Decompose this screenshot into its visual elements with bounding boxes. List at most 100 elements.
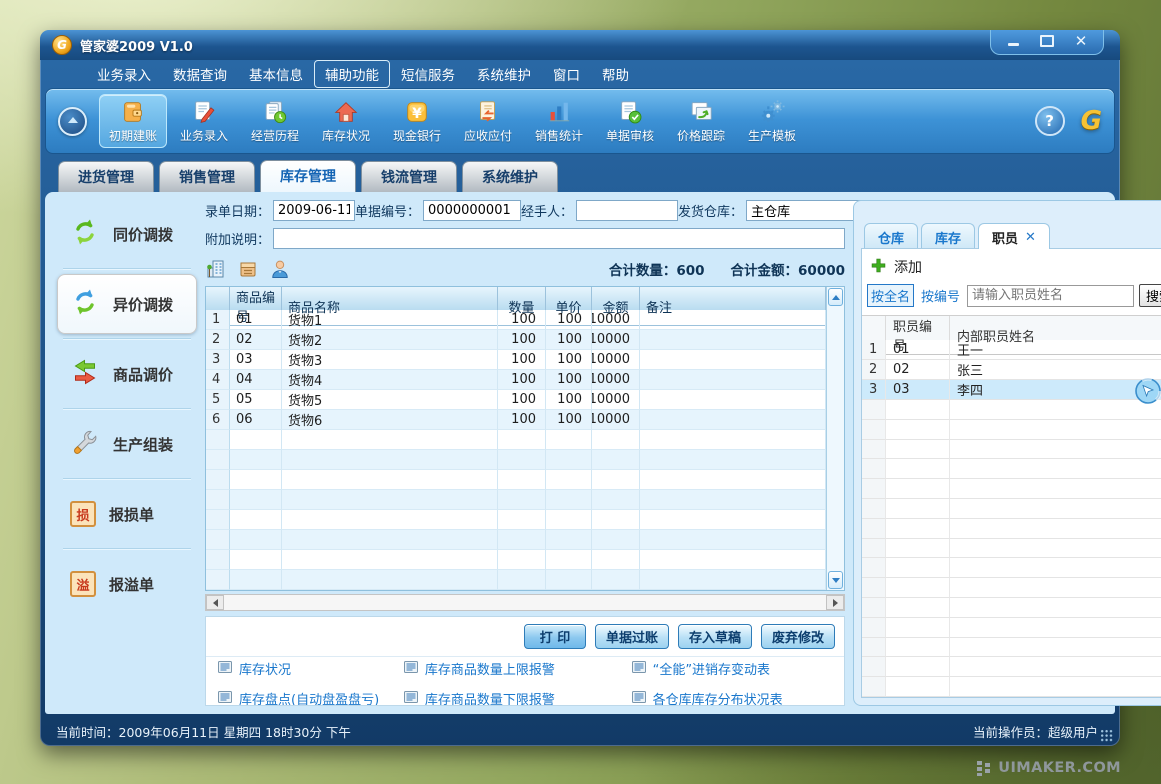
table-row[interactable] bbox=[206, 550, 826, 570]
filter-by-code-button[interactable]: 按编号 bbox=[919, 285, 962, 306]
staff-row[interactable] bbox=[862, 420, 1161, 440]
help-icon[interactable]: ? bbox=[1035, 106, 1065, 136]
staff-row[interactable] bbox=[862, 578, 1161, 598]
report-link-0[interactable]: 库存状况 bbox=[218, 659, 404, 678]
note-input[interactable] bbox=[273, 228, 845, 249]
table-row[interactable] bbox=[206, 510, 826, 530]
menu-item-0[interactable]: 业务录入 bbox=[86, 60, 162, 88]
sidebar-item-5[interactable]: 溢报溢单 bbox=[57, 554, 197, 614]
save-draft-button[interactable]: 存入草稿 bbox=[678, 624, 752, 649]
tab-0[interactable]: 进货管理 bbox=[58, 161, 154, 192]
toolbar-item-6[interactable]: 销售统计 bbox=[525, 94, 593, 148]
staff-row[interactable]: 101王一 bbox=[862, 340, 1161, 360]
table-row[interactable] bbox=[206, 490, 826, 510]
staff-search-input[interactable] bbox=[967, 285, 1134, 307]
table-row[interactable] bbox=[206, 450, 826, 470]
staff-row[interactable] bbox=[862, 558, 1161, 578]
staff-icon[interactable] bbox=[269, 258, 291, 280]
staff-row[interactable] bbox=[862, 539, 1161, 559]
scroll-left-button[interactable] bbox=[206, 595, 224, 610]
staff-row[interactable] bbox=[862, 677, 1161, 697]
toolbar-item-3[interactable]: 库存状况 bbox=[312, 94, 380, 148]
sidebar-item-4[interactable]: 损报损单 bbox=[57, 484, 197, 544]
tab-3[interactable]: 钱流管理 bbox=[361, 161, 457, 192]
toolbar-item-4[interactable]: ¥现金银行 bbox=[383, 94, 451, 148]
menu-item-7[interactable]: 帮助 bbox=[591, 60, 640, 88]
discard-button[interactable]: 废弃修改 bbox=[761, 624, 835, 649]
staff-row[interactable] bbox=[862, 638, 1161, 658]
panel-tab-0[interactable]: 仓库 bbox=[864, 223, 918, 248]
print-button[interactable]: 打 印 bbox=[524, 624, 586, 649]
sidebar-item-3[interactable]: 生产组装 bbox=[57, 414, 197, 474]
search-button[interactable]: 搜索 bbox=[1139, 284, 1161, 307]
staff-row[interactable] bbox=[862, 440, 1161, 460]
filter-by-name-button[interactable]: 按全名 bbox=[867, 284, 914, 307]
handler-input[interactable] bbox=[576, 200, 678, 221]
report-link-4[interactable]: 库存商品数量下限报警 bbox=[404, 689, 632, 706]
panel-tab-1[interactable]: 库存 bbox=[921, 223, 975, 248]
table-row[interactable] bbox=[206, 430, 826, 450]
sidebar-item-2[interactable]: 商品调价 bbox=[57, 344, 197, 404]
toolbar-item-1[interactable]: 业务录入 bbox=[170, 94, 238, 148]
menu-item-1[interactable]: 数据查询 bbox=[162, 60, 238, 88]
menu-item-6[interactable]: 窗口 bbox=[542, 60, 591, 88]
table-row[interactable] bbox=[206, 470, 826, 490]
goods-icon[interactable] bbox=[237, 258, 259, 280]
tab-4[interactable]: 系统维护 bbox=[462, 161, 558, 192]
table-row[interactable]: 505货物510010010000 bbox=[206, 390, 826, 410]
scroll-down-button[interactable] bbox=[828, 571, 843, 589]
staff-row[interactable] bbox=[862, 400, 1161, 420]
doc-number-input[interactable] bbox=[423, 200, 521, 221]
scroll-up-button[interactable] bbox=[828, 288, 843, 306]
staff-row[interactable] bbox=[862, 499, 1161, 519]
report-link-1[interactable]: 库存商品数量上限报警 bbox=[404, 659, 632, 678]
table-row[interactable] bbox=[206, 530, 826, 550]
report-link-5[interactable]: 各仓库库存分布状况表 bbox=[632, 689, 832, 706]
add-staff-button[interactable]: 添加 bbox=[862, 249, 1161, 284]
menu-item-2[interactable]: 基本信息 bbox=[238, 60, 314, 88]
toolbar-item-5[interactable]: 应收应付 bbox=[454, 94, 522, 148]
toolbar-item-8[interactable]: 价格跟踪 bbox=[667, 94, 735, 148]
items-vertical-scrollbar[interactable] bbox=[826, 287, 844, 590]
staff-row[interactable] bbox=[862, 657, 1161, 677]
table-row[interactable]: 303货物310010010000 bbox=[206, 350, 826, 370]
table-row[interactable]: 202货物210010010000 bbox=[206, 330, 826, 350]
menu-item-5[interactable]: 系统维护 bbox=[466, 60, 542, 88]
panel-tab-2[interactable]: 职员✕ bbox=[978, 223, 1050, 249]
items-horizontal-scrollbar[interactable] bbox=[205, 594, 845, 611]
post-button[interactable]: 单据过账 bbox=[595, 624, 669, 649]
menu-item-3[interactable]: 辅助功能 bbox=[314, 60, 390, 88]
staff-row[interactable] bbox=[862, 519, 1161, 539]
table-row[interactable]: 101货物110010010000 bbox=[206, 310, 826, 330]
table-row[interactable]: 606货物610010010000 bbox=[206, 410, 826, 430]
maximize-button[interactable] bbox=[1039, 34, 1055, 48]
toolbar-item-7[interactable]: 单据审核 bbox=[596, 94, 664, 148]
staff-row[interactable] bbox=[862, 479, 1161, 499]
close-button[interactable]: ✕ bbox=[1073, 34, 1089, 48]
report-link-2[interactable]: “全能”进销存变动表 bbox=[632, 659, 832, 678]
minimize-button[interactable] bbox=[1005, 34, 1021, 48]
sidebar-item-0[interactable]: 同价调拨 bbox=[57, 204, 197, 264]
staff-row[interactable]: 303李四 bbox=[862, 380, 1161, 400]
entry-date-input[interactable] bbox=[273, 200, 355, 221]
scroll-track[interactable] bbox=[827, 307, 844, 570]
menu-item-4[interactable]: 短信服务 bbox=[390, 60, 466, 88]
toolbar-item-0[interactable]: 初期建账 bbox=[99, 94, 167, 148]
sidebar-item-1[interactable]: 异价调拨 bbox=[57, 274, 197, 334]
table-row[interactable] bbox=[206, 570, 826, 590]
tab-1[interactable]: 销售管理 bbox=[159, 161, 255, 192]
staff-row[interactable] bbox=[862, 618, 1161, 638]
report-link-3[interactable]: 库存盘点(自动盘盈盘亏) bbox=[218, 689, 404, 706]
collapse-toolbar-button[interactable] bbox=[58, 107, 87, 136]
toolbar-item-9[interactable]: 生产模板 bbox=[738, 94, 806, 148]
table-row[interactable]: 404货物410010010000 bbox=[206, 370, 826, 390]
staff-row[interactable] bbox=[862, 598, 1161, 618]
tab-close-icon[interactable]: ✕ bbox=[1025, 230, 1036, 245]
tab-2[interactable]: 库存管理 bbox=[260, 160, 356, 192]
staff-row[interactable]: 202张三 bbox=[862, 360, 1161, 380]
toolbar-item-2[interactable]: 经营历程 bbox=[241, 94, 309, 148]
resize-grip[interactable] bbox=[1100, 729, 1113, 742]
warehouse-icon[interactable] bbox=[205, 258, 227, 280]
scroll-right-button[interactable] bbox=[826, 595, 844, 610]
staff-row[interactable] bbox=[862, 459, 1161, 479]
